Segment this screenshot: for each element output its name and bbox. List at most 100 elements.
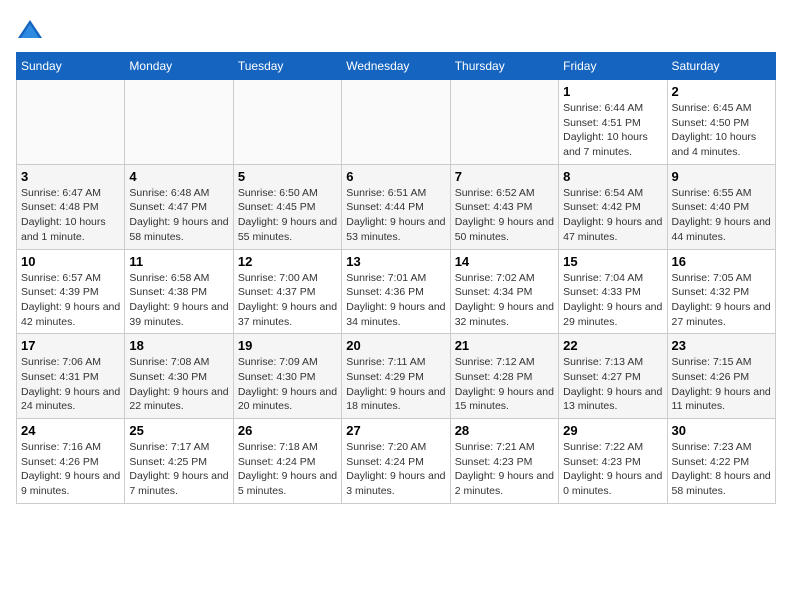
day-number: 17 bbox=[21, 338, 120, 353]
calendar-cell bbox=[17, 80, 125, 165]
calendar-cell bbox=[233, 80, 341, 165]
calendar-cell: 23 Sunrise: 7:15 AMSunset: 4:26 PMDayligh… bbox=[667, 334, 775, 419]
day-number: 4 bbox=[129, 169, 228, 184]
day-info: Sunrise: 6:48 AMSunset: 4:47 PMDaylight:… bbox=[129, 186, 228, 245]
calendar-cell: 10 Sunrise: 6:57 AMSunset: 4:39 PMDayligh… bbox=[17, 249, 125, 334]
day-number: 27 bbox=[346, 423, 445, 438]
calendar-cell: 22 Sunrise: 7:13 AMSunset: 4:27 PMDayligh… bbox=[559, 334, 667, 419]
day-number: 21 bbox=[455, 338, 554, 353]
calendar: SundayMondayTuesdayWednesdayThursdayFrid… bbox=[16, 52, 776, 504]
weekday-header-sunday: Sunday bbox=[17, 53, 125, 80]
calendar-cell: 18 Sunrise: 7:08 AMSunset: 4:30 PMDayligh… bbox=[125, 334, 233, 419]
day-number: 30 bbox=[672, 423, 771, 438]
weekday-header-monday: Monday bbox=[125, 53, 233, 80]
day-number: 18 bbox=[129, 338, 228, 353]
day-number: 8 bbox=[563, 169, 662, 184]
day-info: Sunrise: 7:13 AMSunset: 4:27 PMDaylight:… bbox=[563, 355, 662, 414]
calendar-cell: 29 Sunrise: 7:22 AMSunset: 4:23 PMDayligh… bbox=[559, 419, 667, 504]
day-info: Sunrise: 7:08 AMSunset: 4:30 PMDaylight:… bbox=[129, 355, 228, 414]
calendar-cell: 2 Sunrise: 6:45 AMSunset: 4:50 PMDaylight… bbox=[667, 80, 775, 165]
calendar-cell: 26 Sunrise: 7:18 AMSunset: 4:24 PMDayligh… bbox=[233, 419, 341, 504]
week-row-1: 1 Sunrise: 6:44 AMSunset: 4:51 PMDaylight… bbox=[17, 80, 776, 165]
day-info: Sunrise: 7:22 AMSunset: 4:23 PMDaylight:… bbox=[563, 440, 662, 499]
week-row-2: 3 Sunrise: 6:47 AMSunset: 4:48 PMDaylight… bbox=[17, 164, 776, 249]
day-info: Sunrise: 7:09 AMSunset: 4:30 PMDaylight:… bbox=[238, 355, 337, 414]
day-number: 5 bbox=[238, 169, 337, 184]
day-info: Sunrise: 7:05 AMSunset: 4:32 PMDaylight:… bbox=[672, 271, 771, 330]
day-number: 7 bbox=[455, 169, 554, 184]
day-number: 28 bbox=[455, 423, 554, 438]
day-number: 20 bbox=[346, 338, 445, 353]
calendar-cell: 12 Sunrise: 7:00 AMSunset: 4:37 PMDayligh… bbox=[233, 249, 341, 334]
calendar-cell: 24Sunrise: 7:16 AMSunset: 4:26 PMDayligh… bbox=[17, 419, 125, 504]
day-number: 6 bbox=[346, 169, 445, 184]
calendar-cell: 11Sunrise: 6:58 AMSunset: 4:38 PMDayligh… bbox=[125, 249, 233, 334]
calendar-cell: 19Sunrise: 7:09 AMSunset: 4:30 PMDayligh… bbox=[233, 334, 341, 419]
page-header bbox=[16, 16, 776, 44]
day-number: 26 bbox=[238, 423, 337, 438]
day-info: Sunrise: 6:47 AMSunset: 4:48 PMDaylight:… bbox=[21, 186, 120, 245]
calendar-cell: 4 Sunrise: 6:48 AMSunset: 4:47 PMDaylight… bbox=[125, 164, 233, 249]
weekday-header-wednesday: Wednesday bbox=[342, 53, 450, 80]
day-info: Sunrise: 6:55 AMSunset: 4:40 PMDaylight:… bbox=[672, 186, 771, 245]
day-info: Sunrise: 7:12 AMSunset: 4:28 PMDaylight:… bbox=[455, 355, 554, 414]
calendar-cell: 28 Sunrise: 7:21 AMSunset: 4:23 PMDayligh… bbox=[450, 419, 558, 504]
week-row-4: 17Sunrise: 7:06 AMSunset: 4:31 PMDayligh… bbox=[17, 334, 776, 419]
day-number: 23 bbox=[672, 338, 771, 353]
day-info: Sunrise: 6:54 AMSunset: 4:42 PMDaylight:… bbox=[563, 186, 662, 245]
day-info: Sunrise: 7:23 AMSunset: 4:22 PMDaylight:… bbox=[672, 440, 771, 499]
calendar-cell: 16 Sunrise: 7:05 AMSunset: 4:32 PMDayligh… bbox=[667, 249, 775, 334]
calendar-cell: 14Sunrise: 7:02 AMSunset: 4:34 PMDayligh… bbox=[450, 249, 558, 334]
calendar-cell: 25Sunrise: 7:17 AMSunset: 4:25 PMDayligh… bbox=[125, 419, 233, 504]
calendar-cell: 9 Sunrise: 6:55 AMSunset: 4:40 PMDaylight… bbox=[667, 164, 775, 249]
day-number: 16 bbox=[672, 254, 771, 269]
day-number: 22 bbox=[563, 338, 662, 353]
day-number: 13 bbox=[346, 254, 445, 269]
day-number: 15 bbox=[563, 254, 662, 269]
day-info: Sunrise: 7:18 AMSunset: 4:24 PMDaylight:… bbox=[238, 440, 337, 499]
calendar-cell: 3 Sunrise: 6:47 AMSunset: 4:48 PMDaylight… bbox=[17, 164, 125, 249]
calendar-cell: 8 Sunrise: 6:54 AMSunset: 4:42 PMDaylight… bbox=[559, 164, 667, 249]
day-info: Sunrise: 6:57 AMSunset: 4:39 PMDaylight:… bbox=[21, 271, 120, 330]
day-info: Sunrise: 6:51 AMSunset: 4:44 PMDaylight:… bbox=[346, 186, 445, 245]
day-info: Sunrise: 7:00 AMSunset: 4:37 PMDaylight:… bbox=[238, 271, 337, 330]
day-info: Sunrise: 7:01 AMSunset: 4:36 PMDaylight:… bbox=[346, 271, 445, 330]
day-number: 9 bbox=[672, 169, 771, 184]
calendar-cell bbox=[125, 80, 233, 165]
weekday-header-thursday: Thursday bbox=[450, 53, 558, 80]
calendar-cell: 17Sunrise: 7:06 AMSunset: 4:31 PMDayligh… bbox=[17, 334, 125, 419]
day-info: Sunrise: 6:44 AMSunset: 4:51 PMDaylight:… bbox=[563, 101, 662, 160]
day-number: 3 bbox=[21, 169, 120, 184]
calendar-cell: 30 Sunrise: 7:23 AMSunset: 4:22 PMDayligh… bbox=[667, 419, 775, 504]
day-number: 11 bbox=[129, 254, 228, 269]
calendar-cell: 1 Sunrise: 6:44 AMSunset: 4:51 PMDaylight… bbox=[559, 80, 667, 165]
day-number: 12 bbox=[238, 254, 337, 269]
day-number: 10 bbox=[21, 254, 120, 269]
calendar-cell bbox=[342, 80, 450, 165]
calendar-cell: 5 Sunrise: 6:50 AMSunset: 4:45 PMDaylight… bbox=[233, 164, 341, 249]
day-info: Sunrise: 7:04 AMSunset: 4:33 PMDaylight:… bbox=[563, 271, 662, 330]
logo bbox=[16, 16, 48, 44]
calendar-cell: 6 Sunrise: 6:51 AMSunset: 4:44 PMDaylight… bbox=[342, 164, 450, 249]
day-number: 2 bbox=[672, 84, 771, 99]
day-number: 14 bbox=[455, 254, 554, 269]
logo-icon bbox=[16, 16, 44, 44]
day-number: 24 bbox=[21, 423, 120, 438]
day-info: Sunrise: 6:50 AMSunset: 4:45 PMDaylight:… bbox=[238, 186, 337, 245]
weekday-header-row: SundayMondayTuesdayWednesdayThursdayFrid… bbox=[17, 53, 776, 80]
day-info: Sunrise: 7:21 AMSunset: 4:23 PMDaylight:… bbox=[455, 440, 554, 499]
calendar-cell: 7 Sunrise: 6:52 AMSunset: 4:43 PMDaylight… bbox=[450, 164, 558, 249]
weekday-header-saturday: Saturday bbox=[667, 53, 775, 80]
day-info: Sunrise: 7:20 AMSunset: 4:24 PMDaylight:… bbox=[346, 440, 445, 499]
day-info: Sunrise: 7:11 AMSunset: 4:29 PMDaylight:… bbox=[346, 355, 445, 414]
day-info: Sunrise: 6:45 AMSunset: 4:50 PMDaylight:… bbox=[672, 101, 771, 160]
day-info: Sunrise: 6:52 AMSunset: 4:43 PMDaylight:… bbox=[455, 186, 554, 245]
day-number: 29 bbox=[563, 423, 662, 438]
calendar-cell: 15 Sunrise: 7:04 AMSunset: 4:33 PMDayligh… bbox=[559, 249, 667, 334]
day-number: 1 bbox=[563, 84, 662, 99]
calendar-cell: 27 Sunrise: 7:20 AMSunset: 4:24 PMDayligh… bbox=[342, 419, 450, 504]
calendar-cell bbox=[450, 80, 558, 165]
day-info: Sunrise: 7:15 AMSunset: 4:26 PMDaylight:… bbox=[672, 355, 771, 414]
calendar-cell: 21 Sunrise: 7:12 AMSunset: 4:28 PMDayligh… bbox=[450, 334, 558, 419]
weekday-header-friday: Friday bbox=[559, 53, 667, 80]
